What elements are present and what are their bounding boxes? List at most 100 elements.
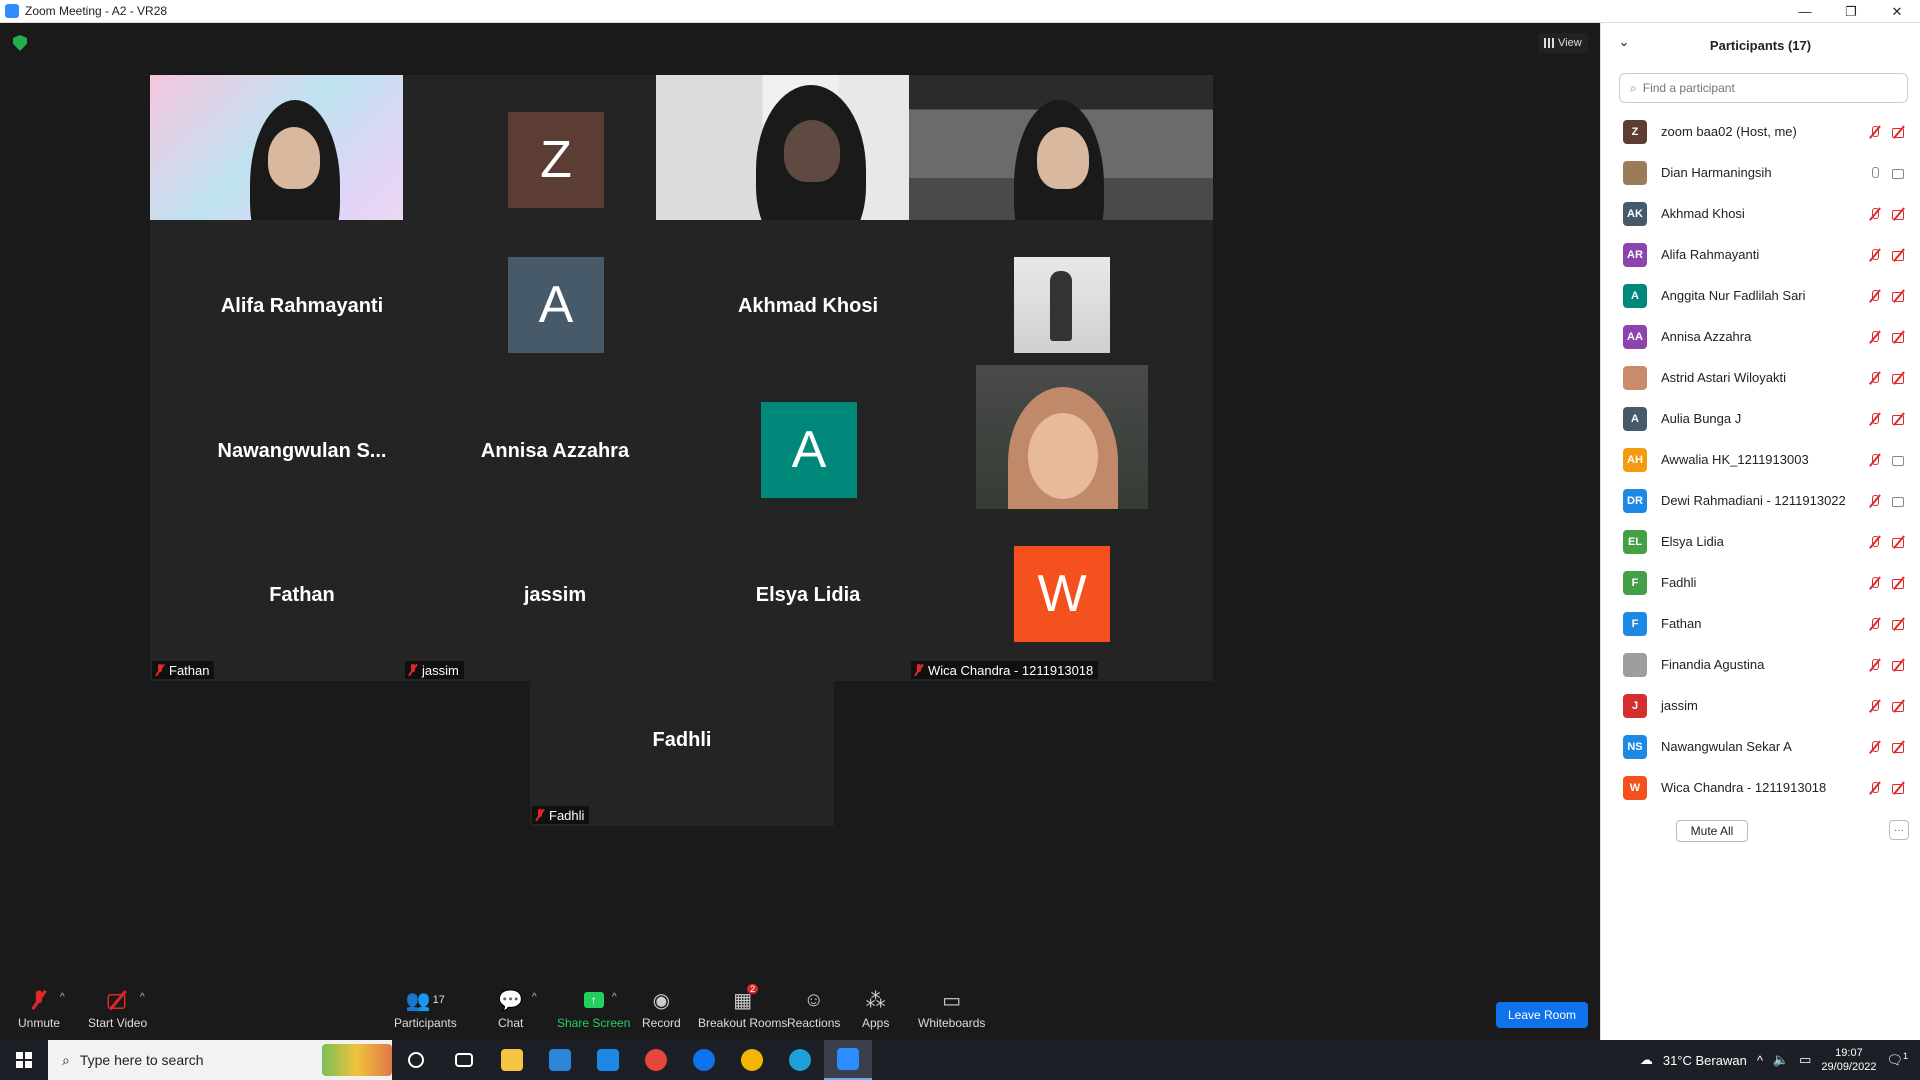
participant-search-input[interactable] [1642, 81, 1883, 95]
participant-row[interactable]: F Fathan [1601, 603, 1920, 644]
participant-avatar: F [1623, 611, 1647, 636]
participant-search[interactable]: ⌕ [1619, 73, 1908, 103]
participant-row[interactable]: AK Akhmad Khosi [1601, 193, 1920, 234]
taskbar-search-placeholder: Type here to search [79, 1052, 204, 1068]
tile-name-label: jassim [405, 661, 464, 679]
view-button[interactable]: View [1538, 33, 1588, 53]
tile-name-label: Wica Chandra - 1211913018 [911, 661, 1099, 679]
taskbar-app-mail[interactable] [584, 1040, 632, 1080]
participant-row[interactable]: W Wica Chandra - 1211913018 [1601, 767, 1920, 808]
clock[interactable]: 19:07 29/09/2022 [1821, 1046, 1876, 1074]
participant-row[interactable]: A Aulia Bunga J [1601, 398, 1920, 439]
taskbar-app-file-explorer[interactable] [488, 1040, 536, 1080]
participant-row[interactable]: AH Awwalia HK_1211913003 [1601, 439, 1920, 480]
meeting-toolbar: Unmute ^ Start Video ^ 👥 17 Participants… [0, 980, 1600, 1040]
apps-button[interactable]: ⁂ Apps [862, 988, 890, 1031]
tray-chevron-icon[interactable]: ^ [1757, 1053, 1763, 1068]
share-screen-button[interactable]: ↑ Share Screen [557, 988, 630, 1030]
participant-row[interactable]: J jassim [1601, 685, 1920, 726]
search-icon: ⌕ [1630, 80, 1637, 95]
camera-icon [1892, 494, 1906, 508]
start-button[interactable] [0, 1040, 48, 1080]
tile-avatar: Z [508, 112, 604, 208]
participant-name: Dewi Rahmadiani - 1211913022 [1661, 493, 1846, 508]
participant-name: Finandia Agustina [1661, 657, 1765, 672]
unmute-button[interactable]: Unmute [18, 988, 60, 1030]
participant-row[interactable]: Dian Harmaningsih [1601, 152, 1920, 193]
mute-all-button[interactable]: Mute All [1676, 820, 1748, 842]
video-tile[interactable]: Fadhli Fadhli [530, 654, 834, 826]
leave-room-button[interactable]: Leave Room [1496, 1002, 1588, 1028]
encryption-shield-icon[interactable] [13, 35, 27, 51]
participant-name: Wica Chandra - 1211913018 [1661, 780, 1827, 795]
taskbar-app-task-view[interactable] [440, 1040, 488, 1080]
network-icon[interactable]: ▭ [1799, 1052, 1811, 1068]
share-caret-icon[interactable]: ^ [612, 992, 617, 1003]
chat-label: Chat [498, 1016, 524, 1030]
whiteboards-button[interactable]: ▭ Whiteboards [918, 988, 985, 1031]
taskbar-app-zoom[interactable] [824, 1040, 872, 1080]
participant-row[interactable]: EL Elsya Lidia [1601, 521, 1920, 562]
photo-face [1028, 413, 1098, 499]
chat-button[interactable]: 💬 Chat [498, 988, 524, 1031]
participant-avatar: A [1623, 283, 1647, 308]
participant-row[interactable]: AR Alifa Rahmayanti [1601, 234, 1920, 275]
video-tile[interactable]: W Wica Chandra - 1211913018 [909, 509, 1213, 681]
more-options-button[interactable]: ··· [1889, 820, 1909, 840]
apps-label: Apps [862, 1016, 890, 1030]
collapse-chevron-icon[interactable]: ⌄ [1619, 35, 1629, 49]
speaker-icon[interactable]: 🔈 [1773, 1052, 1789, 1068]
taskbar-app-cortana[interactable] [392, 1040, 440, 1080]
chat-caret-icon[interactable]: ^ [532, 992, 537, 1003]
participant-row[interactable]: DR Dewi Rahmadiani - 1211913022 [1601, 480, 1920, 521]
taskbar-app-edge[interactable] [776, 1040, 824, 1080]
video-options-caret-icon[interactable]: ^ [140, 992, 145, 1003]
notification-icon[interactable]: 🗨1 [1886, 1051, 1908, 1068]
participant-avatar [1623, 652, 1647, 677]
meeting-stage: View Dewi Rahmadiani - 1211913022Z zoom … [0, 23, 1600, 980]
clock-date: 29/09/2022 [1821, 1061, 1877, 1073]
participant-avatar: AA [1623, 324, 1647, 349]
taskbar-app-chrome[interactable] [632, 1040, 680, 1080]
unmute-label: Unmute [18, 1016, 61, 1030]
participant-avatar: NS [1623, 734, 1647, 759]
tile-participant-name: Fadhli [549, 807, 585, 823]
participant-row[interactable]: NS Nawangwulan Sekar A [1601, 726, 1920, 767]
tile-avatar: W [1014, 546, 1110, 642]
record-button[interactable]: ◉ Record [642, 988, 681, 1031]
participant-avatar: AH [1623, 447, 1647, 472]
participant-row[interactable]: Astrid Astari Wiloyakti [1601, 357, 1920, 398]
weather-text[interactable]: 31°C Berawan [1663, 1053, 1747, 1068]
taskbar-app-chrome-profile[interactable] [728, 1040, 776, 1080]
reactions-button[interactable]: ☺ Reactions [787, 988, 840, 1031]
taskbar-app-teamviewer[interactable] [680, 1040, 728, 1080]
participant-row[interactable]: Z zoom baa02 (Host, me) [1601, 111, 1920, 152]
mic-muted-icon [914, 664, 924, 676]
participants-button[interactable]: 👥 17 Participants [394, 988, 457, 1031]
participant-name: Elsya Lidia [1661, 534, 1724, 549]
restore-button[interactable]: ❐ [1828, 0, 1874, 23]
minimize-button[interactable]: — [1782, 0, 1828, 23]
close-button[interactable]: ✕ [1874, 0, 1920, 23]
camera-off-icon [1892, 289, 1906, 303]
start-video-button[interactable]: Start Video [88, 988, 147, 1030]
tile-participant-name: Fathan [169, 662, 210, 678]
breakout-rooms-button[interactable]: ▦ 2 Breakout Rooms [698, 984, 788, 1030]
participant-row[interactable]: F Fadhli [1601, 562, 1920, 603]
participant-avatar [1623, 160, 1647, 185]
participant-name: Anggita Nur Fadlilah Sari [1661, 288, 1806, 303]
participant-avatar: W [1623, 775, 1647, 800]
audio-options-caret-icon[interactable]: ^ [60, 992, 65, 1003]
taskbar-app-store[interactable] [536, 1040, 584, 1080]
participant-row[interactable]: A Anggita Nur Fadlilah Sari [1601, 275, 1920, 316]
participant-row[interactable]: Finandia Agustina [1601, 644, 1920, 685]
mic-muted-icon [535, 809, 545, 821]
participant-avatar: AK [1623, 201, 1647, 226]
participant-row[interactable]: AA Annisa Azzahra [1601, 316, 1920, 357]
profile-photo [1014, 257, 1110, 353]
taskbar-search[interactable]: ⌕ Type here to search [48, 1040, 392, 1080]
breakout-rooms-label: Breakout Rooms [698, 1016, 788, 1030]
participant-list: Z zoom baa02 (Host, me) Dian Harmaningsi… [1601, 111, 1920, 808]
teamviewer-icon [693, 1049, 715, 1071]
participants-panel: ⌄ Participants (17) ⌕ Z zoom baa02 (Host… [1600, 23, 1920, 1040]
